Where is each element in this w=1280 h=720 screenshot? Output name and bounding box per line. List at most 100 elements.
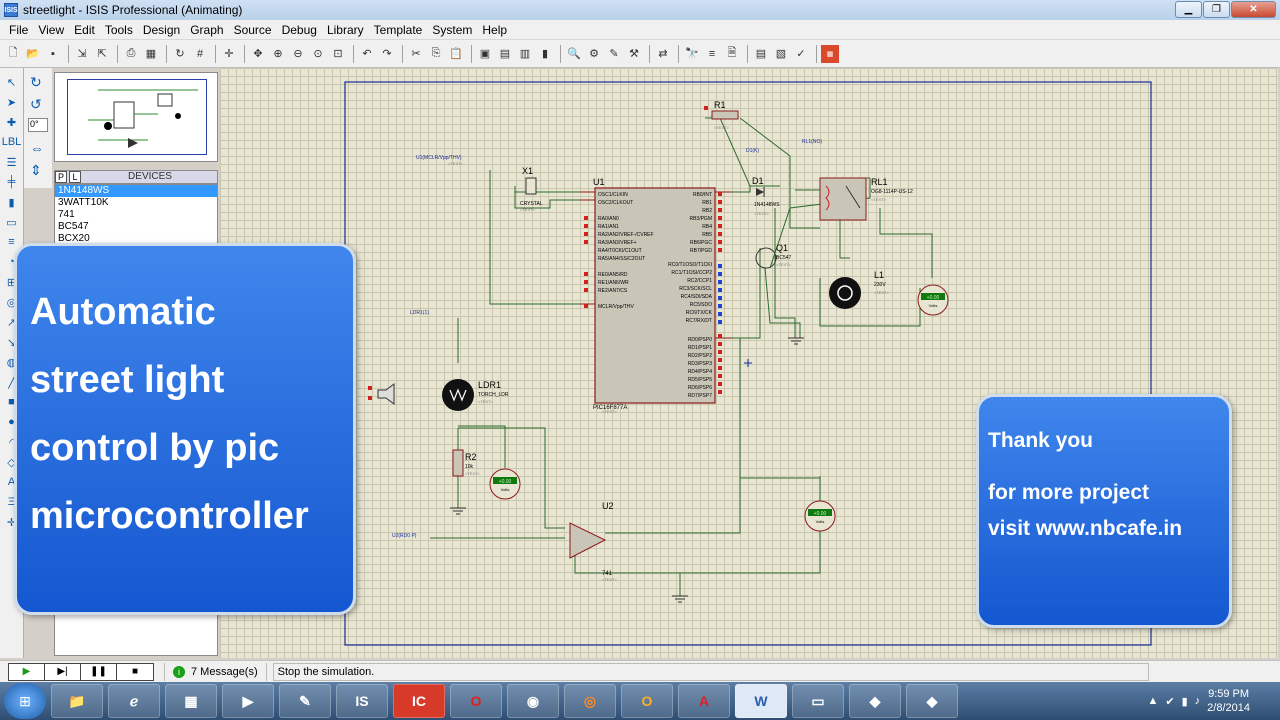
menu-edit[interactable]: Edit	[69, 23, 100, 37]
paste-icon[interactable]: 📋	[447, 45, 465, 63]
zoom-in-icon[interactable]: ⊕	[269, 45, 287, 63]
pick-device-icon[interactable]: 🔍	[565, 45, 583, 63]
zoom-all-icon[interactable]: ⊙	[309, 45, 327, 63]
menu-help[interactable]: Help	[477, 23, 512, 37]
selection-mode-icon[interactable]: ↖	[4, 74, 20, 90]
erc-icon[interactable]: ✓	[792, 45, 810, 63]
clock[interactable]: 9:59 PM 2/8/2014	[1207, 687, 1250, 715]
package-tool-icon[interactable]: ✎	[605, 45, 623, 63]
restore-button[interactable]: ❐	[1203, 1, 1230, 18]
word-icon[interactable]: W	[735, 684, 787, 718]
close-button[interactable]: ✕	[1231, 1, 1276, 18]
menu-debug[interactable]: Debug	[277, 23, 322, 37]
new-file-icon[interactable]: 🗋	[4, 45, 22, 63]
terminal-icon[interactable]: ▭	[4, 214, 20, 230]
outlook-icon[interactable]: O	[621, 684, 673, 718]
isis-icon[interactable]: IS	[336, 684, 388, 718]
rotation-angle-field[interactable]: 0°	[28, 118, 48, 132]
pin-icon[interactable]: ≡	[4, 234, 20, 250]
device-item[interactable]: 1N4148WS	[55, 185, 217, 197]
tray-volume-icon[interactable]: ♪	[1195, 695, 1201, 707]
wire-label-icon[interactable]: LBL	[2, 134, 22, 150]
block-move-icon[interactable]: ▤	[496, 45, 514, 63]
screen-icon[interactable]: ▭	[792, 684, 844, 718]
new-sheet-icon[interactable]: 🗎	[723, 45, 741, 63]
redo-icon[interactable]: ↷	[378, 45, 396, 63]
text-script-icon[interactable]: ☰	[4, 154, 20, 170]
device-item[interactable]: 741	[55, 209, 217, 221]
app1-icon[interactable]: ◆	[849, 684, 901, 718]
bill-of-materials-icon[interactable]: ▤	[752, 45, 770, 63]
print-area-icon[interactable]: ▦	[142, 45, 160, 63]
paint-icon[interactable]: ✎	[279, 684, 331, 718]
bus-icon[interactable]: ╪	[4, 174, 20, 190]
netlist-icon[interactable]: ▧	[772, 45, 790, 63]
make-device-icon[interactable]: ⚙	[585, 45, 603, 63]
block-rotate-icon[interactable]: ▥	[516, 45, 534, 63]
rotate-clockwise-icon[interactable]: ↻	[30, 74, 42, 91]
cut-icon[interactable]: ✂	[407, 45, 425, 63]
library-manager-tab[interactable]: L	[69, 171, 81, 183]
tray-shield-icon[interactable]: ✔	[1165, 695, 1174, 708]
origin-icon[interactable]: ✛	[220, 45, 238, 63]
overview-window[interactable]	[54, 72, 218, 162]
print-icon[interactable]: ⎙	[122, 45, 140, 63]
ares-icon[interactable]: ▦	[821, 44, 839, 63]
wire-autorouter-icon[interactable]: ⇄	[654, 45, 672, 63]
ie-icon[interactable]: ℯ	[108, 684, 160, 718]
app2-icon[interactable]: ◆	[906, 684, 958, 718]
menu-graph[interactable]: Graph	[185, 23, 228, 37]
menu-file[interactable]: File	[4, 23, 33, 37]
minimize-button[interactable]: ▁	[1175, 1, 1202, 18]
menu-template[interactable]: Template	[369, 23, 428, 37]
save-icon[interactable]: ▪	[44, 45, 62, 63]
tray-network-icon[interactable]: ▮	[1182, 695, 1188, 708]
copy-icon[interactable]: ⎘	[427, 45, 445, 63]
undo-icon[interactable]: ↶	[358, 45, 376, 63]
calculator-icon[interactable]: ▦	[165, 684, 217, 718]
play-button[interactable]: ▶	[9, 663, 45, 680]
mirror-x-icon[interactable]: ⇔	[30, 140, 44, 156]
u1-pin-label: RD5/PSP5	[688, 377, 712, 383]
junction-icon[interactable]: ✚	[4, 114, 20, 130]
media-icon[interactable]: ▶	[222, 684, 274, 718]
menu-view[interactable]: View	[33, 23, 69, 37]
opera-icon[interactable]: O	[450, 684, 502, 718]
folder-icon[interactable]: 📁	[51, 684, 103, 718]
step-button[interactable]: ▶|	[45, 663, 81, 680]
ic-icon[interactable]: IC	[393, 684, 445, 718]
component-mode-icon[interactable]: ➤	[4, 94, 20, 110]
menu-system[interactable]: System	[427, 23, 477, 37]
grid-icon[interactable]: #	[191, 45, 209, 63]
start-button[interactable]: ⊞	[4, 683, 46, 719]
message-count[interactable]: i 7 Message(s)	[164, 662, 267, 681]
pause-button[interactable]: ❚❚	[81, 663, 117, 680]
tray-expand-icon[interactable]: ▲	[1148, 695, 1159, 707]
block-delete-icon[interactable]: ▮	[536, 45, 554, 63]
export-icon[interactable]: ⇱	[93, 45, 111, 63]
firefox-icon[interactable]: ◎	[564, 684, 616, 718]
zoom-out-icon[interactable]: ⊖	[289, 45, 307, 63]
import-icon[interactable]: ⇲	[73, 45, 91, 63]
rotate-anticlockwise-icon[interactable]: ↺	[30, 96, 42, 113]
zoom-area-icon[interactable]: ⊡	[329, 45, 347, 63]
menu-library[interactable]: Library	[322, 23, 369, 37]
menu-tools[interactable]: Tools	[100, 23, 138, 37]
chrome-icon[interactable]: ◉	[507, 684, 559, 718]
menu-source[interactable]: Source	[229, 23, 277, 37]
menu-design[interactable]: Design	[138, 23, 185, 37]
block-copy-icon[interactable]: ▣	[476, 45, 494, 63]
pan-icon[interactable]: ✥	[249, 45, 267, 63]
property-tool-icon[interactable]: ≡	[703, 45, 721, 63]
pick-device-tab[interactable]: P	[55, 171, 67, 183]
stop-button[interactable]: ■	[117, 663, 153, 680]
decompose-icon[interactable]: ⚒	[625, 45, 643, 63]
subcircuit-icon[interactable]: ▮	[4, 194, 20, 210]
open-folder-icon[interactable]: 📂	[24, 45, 42, 63]
device-item[interactable]: BC547	[55, 221, 217, 233]
mirror-y-icon[interactable]: ⇕	[30, 162, 42, 179]
device-item[interactable]: 3WATT10K	[55, 197, 217, 209]
acrobat-icon[interactable]: A	[678, 684, 730, 718]
redraw-icon[interactable]: ↻	[171, 45, 189, 63]
search-tag-icon[interactable]: 🔭	[683, 45, 701, 63]
